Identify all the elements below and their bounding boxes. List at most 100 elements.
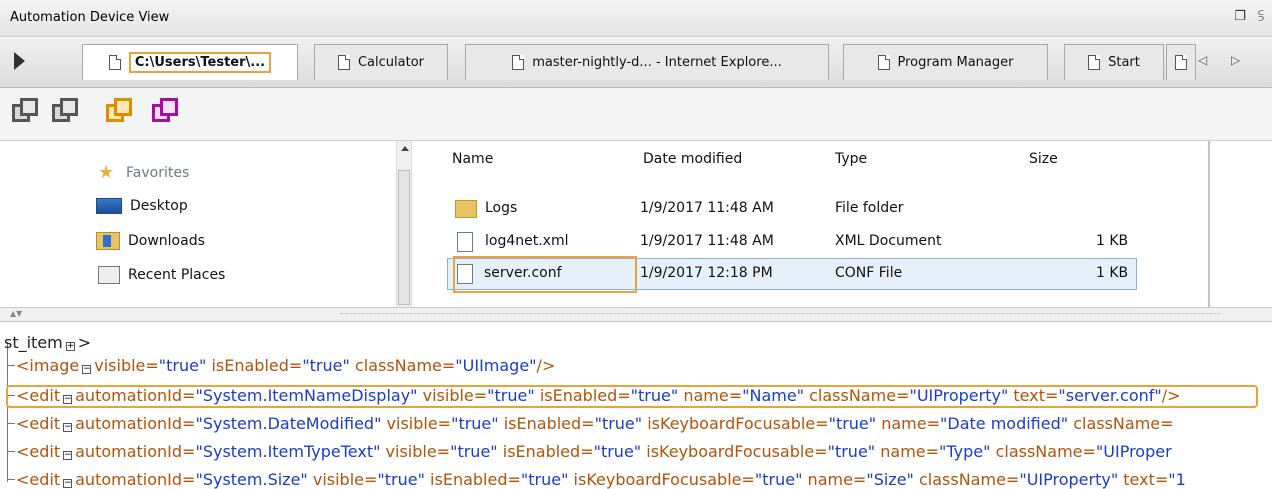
tab-label: Program Manager (897, 55, 1014, 70)
collapse-icon[interactable]: − (63, 479, 73, 488)
title-bar (0, 0, 1272, 37)
attr-name: name= (802, 470, 867, 489)
nav-label: Desktop (130, 198, 188, 214)
tab-start[interactable]: Start (1064, 44, 1164, 80)
attr-value: "UIProper (1095, 442, 1172, 461)
file-type: XML Document (835, 233, 942, 249)
attr-name: isEnabled= (424, 470, 521, 489)
attr-value: "System.Size" (195, 470, 308, 489)
toolbar (0, 88, 1272, 141)
file-name[interactable]: log4net.xml (485, 233, 569, 249)
tree-node[interactable]: <edit − automationId="System.ItemTypeText"… (16, 442, 1172, 461)
attr-value: "true" (520, 470, 569, 489)
column-name[interactable]: Name (452, 151, 493, 167)
document-icon (1088, 55, 1101, 70)
attr-value: "true" (827, 442, 876, 461)
tab-overflow[interactable] (1166, 44, 1196, 80)
attr-name: isKeyboardFocusable= (641, 442, 828, 461)
collapse-icon[interactable]: − (63, 451, 73, 460)
attr-name: visible= (94, 356, 159, 375)
attr-name: text= (1118, 470, 1169, 489)
attr-name: isKeyboardFocusable= (568, 470, 755, 489)
attr-name: isEnabled= (497, 442, 594, 461)
attr-name: isEnabled= (206, 356, 303, 375)
scroll-up-icon[interactable] (401, 146, 409, 151)
tree-branch-line (7, 451, 15, 452)
tree-node-root[interactable]: st_item + > (4, 333, 91, 352)
attr-value: "true" (451, 414, 499, 433)
tree-branch-line (7, 479, 15, 480)
file-size: 1 KB (1096, 233, 1129, 249)
pin-icon[interactable]: ⫓ (1253, 9, 1269, 24)
restore-icon[interactable]: ❐ (1232, 9, 1248, 24)
node-tag: <edit (16, 442, 61, 461)
scrollbar-thumb[interactable] (398, 170, 410, 305)
column-size[interactable]: Size (1029, 151, 1058, 167)
capture-gray-icon[interactable] (12, 98, 40, 126)
nav-desktop[interactable]: Desktop (96, 198, 188, 214)
window-title: Automation Device View (10, 10, 170, 25)
attr-value: "System.ItemTypeText" (195, 442, 381, 461)
tree-branch-line (7, 423, 15, 424)
splitter-arrows-icon[interactable]: ▲▼ (10, 309, 22, 318)
node-tag: <edit (16, 414, 61, 433)
attr-name: className= (913, 470, 1020, 489)
attr-name: name= (876, 414, 941, 433)
node-tag: <image (16, 356, 80, 375)
attr-value: "Type" (939, 442, 991, 461)
file-date: 1/9/2017 12:18 PM (640, 265, 773, 281)
tree-node[interactable]: <edit − automationId="System.Size" visible… (16, 470, 1186, 489)
attr-name: automationId= (75, 414, 196, 433)
document-icon (877, 55, 890, 70)
tab-scroll-arrows[interactable]: ◁ ▷ (1198, 53, 1250, 67)
folder-icon (455, 200, 477, 218)
nav-downloads[interactable]: Downloads (96, 232, 205, 250)
file-type: CONF File (835, 265, 903, 281)
attr-value: "true" (593, 442, 642, 461)
file-size: 1 KB (1096, 265, 1129, 281)
nav-label: Downloads (128, 233, 205, 249)
attr-name: automationId= (75, 442, 196, 461)
attr-name: visible= (381, 414, 452, 433)
column-type[interactable]: Type (835, 151, 867, 167)
attr-name: className= (990, 442, 1096, 461)
play-icon[interactable] (14, 52, 25, 70)
column-date-modified[interactable]: Date modified (643, 151, 742, 167)
attr-name: visible= (380, 442, 451, 461)
tab-label: Calculator (357, 55, 424, 70)
attr-value: "true" (302, 356, 350, 375)
capture-gray-2-icon[interactable] (52, 98, 80, 126)
nav-favorites[interactable]: ★ Favorites (98, 164, 189, 182)
collapse-icon[interactable]: − (63, 423, 73, 432)
column-divider (1208, 141, 1210, 307)
tree-branch-line (7, 365, 15, 366)
node-tail: > (77, 333, 92, 352)
highlight-orange-icon[interactable] (106, 98, 134, 126)
desktop-icon (96, 198, 122, 214)
element-highlight-box (453, 256, 637, 293)
collapse-icon[interactable]: − (82, 365, 92, 374)
tree-node[interactable]: <edit − automationId="System.DateModified"… (16, 414, 1174, 433)
attr-value: "true" (450, 442, 498, 461)
attr-name: visible= (307, 470, 378, 489)
attr-value: "true" (594, 414, 643, 433)
tab-explorer-window[interactable]: C:\Users\Tester\... (82, 44, 298, 80)
file-name[interactable]: Logs (485, 200, 517, 216)
file-date: 1/9/2017 11:48 AM (640, 200, 774, 216)
tab-label: master-nightly-d... - Internet Explore..… (532, 55, 782, 70)
tab-internet-explorer[interactable]: master-nightly-d... - Internet Explore..… (465, 44, 829, 80)
document-icon (337, 55, 350, 70)
tab-program-manager[interactable]: Program Manager (843, 44, 1048, 80)
splitter-grip (340, 313, 1220, 316)
selected-node-highlight (6, 385, 1258, 408)
tab-calculator[interactable]: Calculator (314, 44, 448, 80)
tree-node[interactable]: <image − visible="true" isEnabled="true" c… (16, 356, 555, 375)
expand-icon[interactable]: + (65, 342, 75, 351)
nav-recent-places[interactable]: Recent Places (98, 266, 225, 284)
attr-value: "UIProperty" (1019, 470, 1119, 489)
attr-value: "System.DateModified" (195, 414, 382, 433)
attr-value: "Date modified" (940, 414, 1069, 433)
inspect-purple-icon[interactable] (152, 98, 180, 126)
tab-label: Start (1108, 55, 1140, 70)
nav-label: Recent Places (128, 267, 226, 283)
